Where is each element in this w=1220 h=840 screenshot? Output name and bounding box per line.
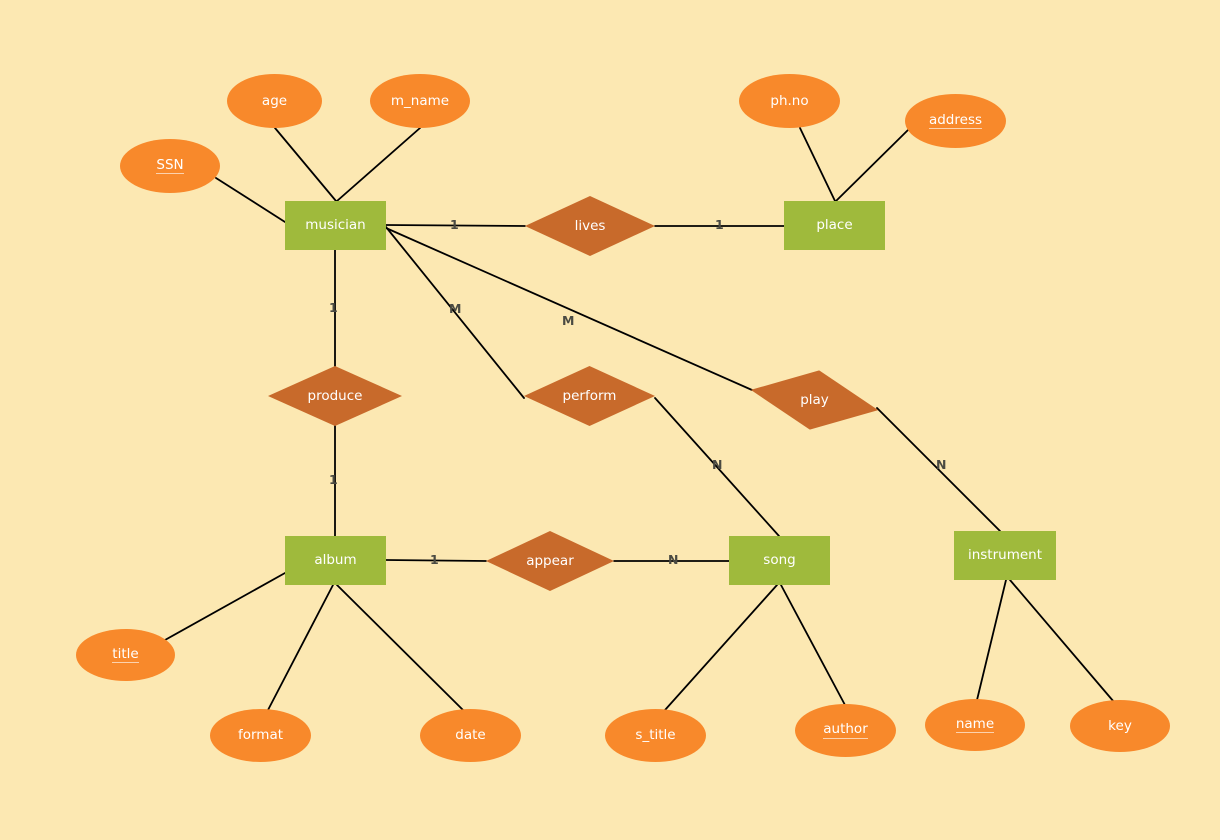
cardinality-card-musician-produce: 1 <box>329 300 338 315</box>
attribute-address[interactable]: address <box>905 94 1006 148</box>
diamond-shape-produce <box>268 366 402 426</box>
edge-ssn-musician <box>215 177 286 223</box>
edge-age-musician <box>274 127 337 202</box>
diamond-shape-appear <box>486 531 614 591</box>
cardinality-card-appear-song: N <box>668 552 679 567</box>
attribute-label-m_name: m_name <box>390 92 450 109</box>
relationship-lives[interactable]: lives <box>525 196 655 256</box>
attribute-label-title: title <box>112 645 139 664</box>
cardinality-card-perform-song: N <box>712 457 723 472</box>
entity-label-album: album <box>314 552 357 569</box>
attribute-label-name: name <box>955 715 995 734</box>
relationship-produce[interactable]: produce <box>268 366 402 426</box>
entity-musician[interactable]: musician <box>285 201 386 250</box>
edge-phno-place <box>799 127 836 202</box>
cardinality-card-play-instrument: N <box>936 457 947 472</box>
entity-album[interactable]: album <box>285 536 386 585</box>
cardinality-card-musician-play: M <box>562 313 575 328</box>
attribute-label-ph_no: ph.no <box>770 92 809 109</box>
attribute-format[interactable]: format <box>210 709 311 762</box>
diamond-shape-play <box>746 360 883 439</box>
attribute-title[interactable]: title <box>76 629 175 681</box>
edge-m_name-musician <box>336 127 421 202</box>
edge-instrument-name <box>976 579 1007 701</box>
diamond-shape-perform <box>524 366 655 426</box>
attribute-label-s_title: s_title <box>635 727 676 744</box>
attribute-label-author: author <box>823 721 868 739</box>
edge-album-date <box>336 584 464 711</box>
attribute-name[interactable]: name <box>925 699 1025 751</box>
attribute-author[interactable]: author <box>795 704 896 757</box>
cardinality-card-album-appear: 1 <box>430 552 439 567</box>
er-diagram-canvas: lives produce perform play appear musician pla… <box>0 0 1220 840</box>
edge-address-place <box>835 127 911 202</box>
cardinality-card-produce-album: 1 <box>329 472 338 487</box>
entity-song[interactable]: song <box>729 536 830 585</box>
diamond-shape-lives <box>525 196 655 256</box>
relationship-appear[interactable]: appear <box>486 531 614 591</box>
entity-label-musician: musician <box>305 217 366 234</box>
attribute-label-SSN: SSN <box>156 156 184 175</box>
attribute-date[interactable]: date <box>420 709 521 762</box>
relationship-play[interactable]: play <box>750 370 879 430</box>
entity-place[interactable]: place <box>784 201 885 250</box>
attribute-key[interactable]: key <box>1070 700 1170 752</box>
edge-instrument-key <box>1009 579 1115 703</box>
edge-album-format <box>267 584 334 711</box>
cardinality-card-musician-lives: 1 <box>450 217 459 232</box>
edge-song-author <box>780 584 846 706</box>
attribute-label-date: date <box>455 727 486 744</box>
attribute-label-format: format <box>237 727 284 744</box>
attribute-age[interactable]: age <box>227 74 322 128</box>
attribute-label-key: key <box>1108 717 1132 734</box>
attribute-SSN[interactable]: SSN <box>120 139 220 193</box>
attribute-label-age: age <box>261 92 288 109</box>
entity-label-place: place <box>816 217 853 234</box>
attribute-m_name[interactable]: m_name <box>370 74 470 128</box>
entity-label-instrument: instrument <box>967 547 1043 564</box>
edge-song-s_title <box>664 584 778 711</box>
entity-label-song: song <box>763 552 796 569</box>
entity-instrument[interactable]: instrument <box>954 531 1056 580</box>
relationship-perform[interactable]: perform <box>524 366 655 426</box>
attribute-label-address: address <box>928 111 983 130</box>
edge-album-title <box>164 572 286 641</box>
cardinality-card-musician-perform: M <box>449 301 462 316</box>
attribute-ph_no[interactable]: ph.no <box>739 74 840 128</box>
attribute-s_title[interactable]: s_title <box>605 709 706 762</box>
cardinality-card-lives-place: 1 <box>715 217 724 232</box>
